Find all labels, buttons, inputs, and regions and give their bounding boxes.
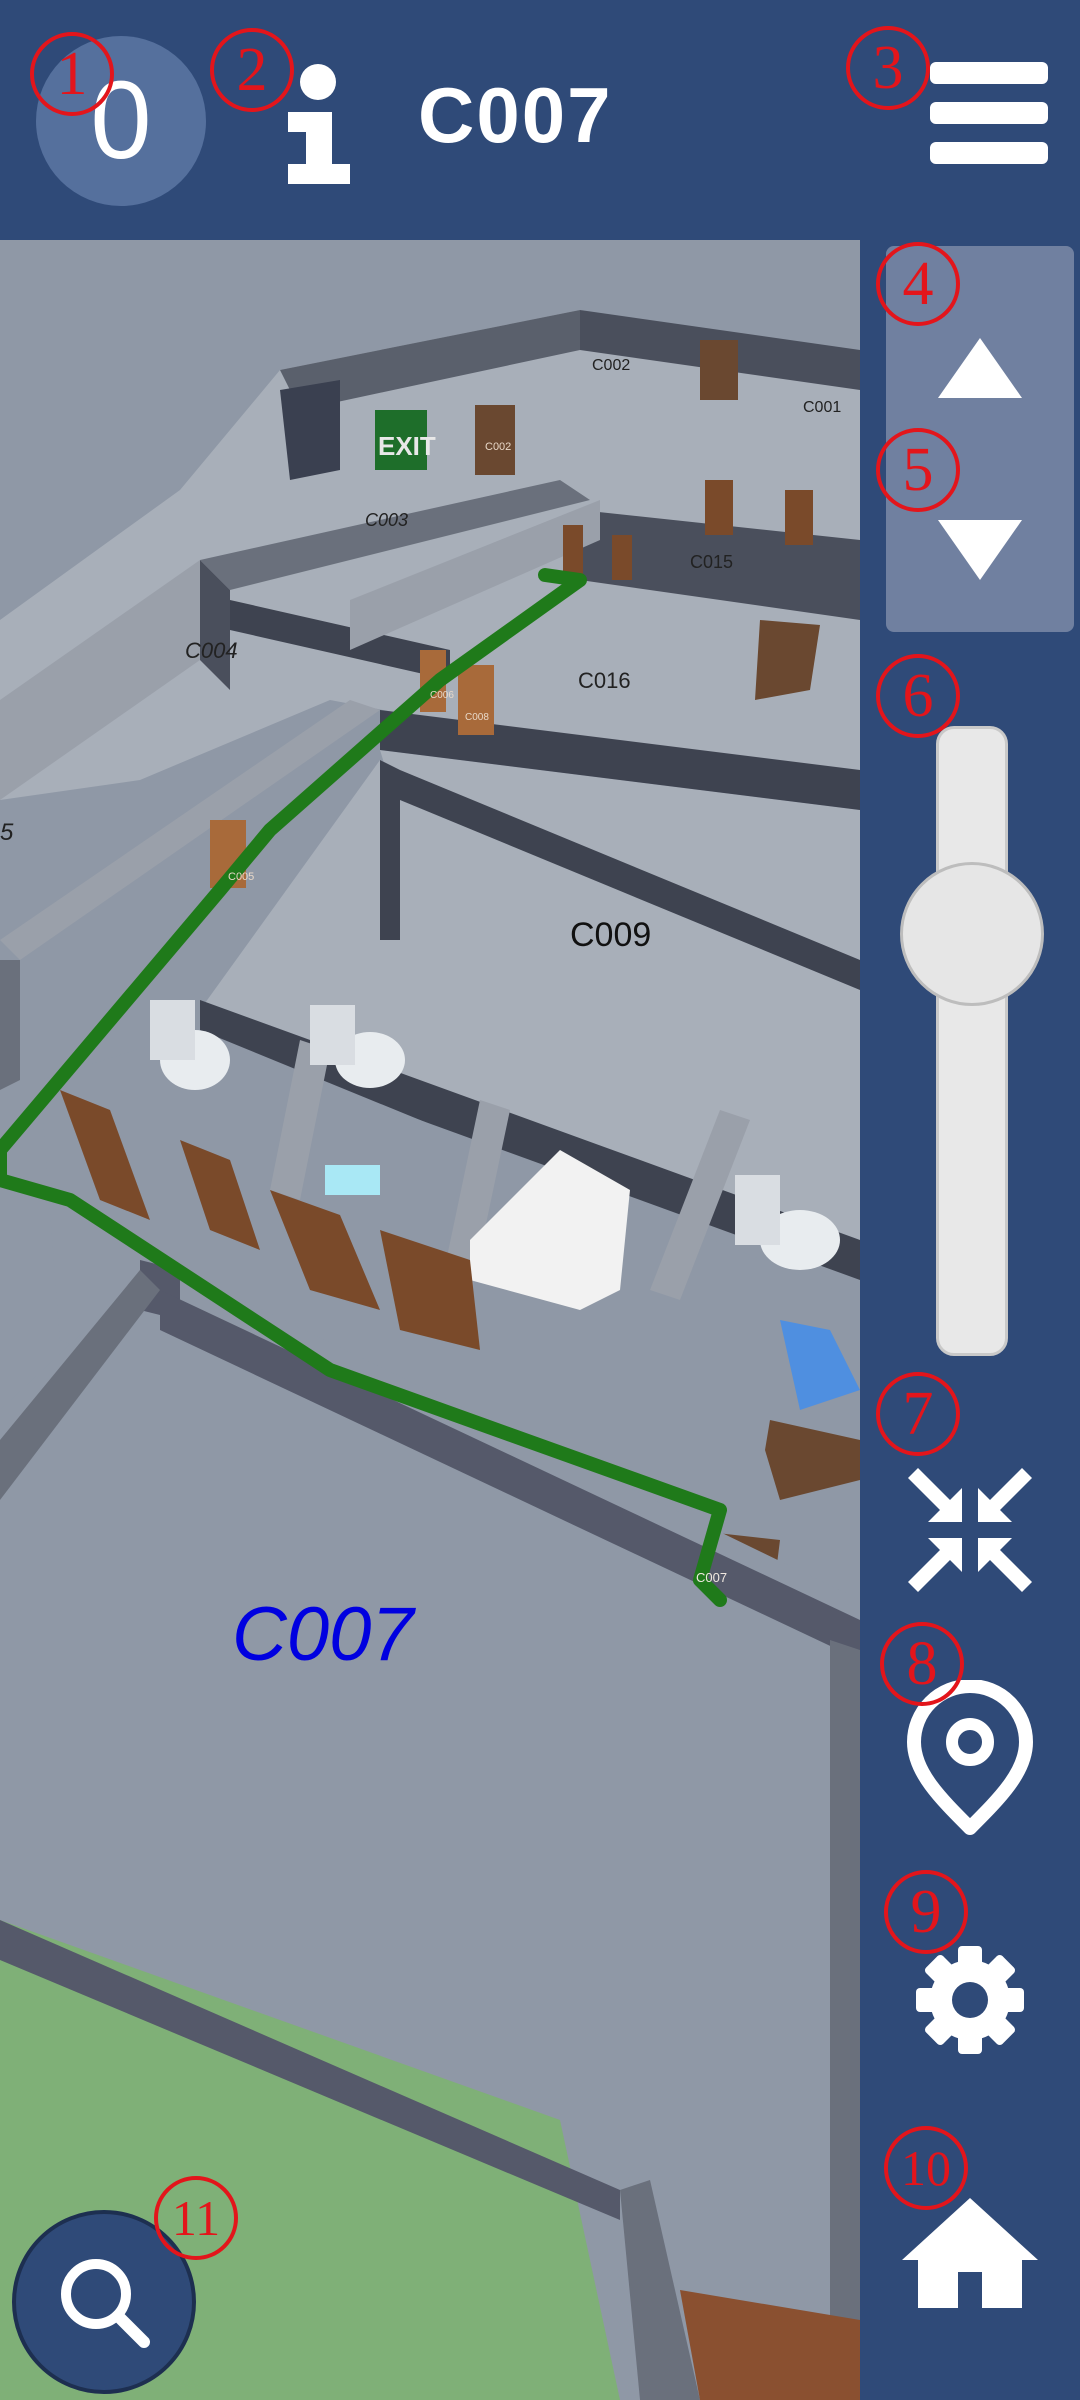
door-label-c007: C007: [696, 1570, 727, 1585]
triangle-down-icon: [938, 520, 1022, 580]
right-sidebar: [860, 240, 1080, 2400]
room-label-c001: C001: [803, 399, 841, 416]
floor-up-button[interactable]: [930, 326, 1030, 416]
annotation-marker-4: 4: [876, 242, 960, 326]
current-room-label: C007: [232, 1592, 416, 1677]
annotation-marker-7: 7: [876, 1372, 960, 1456]
door-label-c005: C005: [228, 871, 254, 883]
hamburger-icon: [930, 62, 1048, 84]
room-label-c015: C015: [690, 552, 733, 572]
exit-sign: EXIT: [378, 431, 436, 461]
floor-map-3d[interactable]: EXIT C002 C001 C003 C015 C004 C016 C009 …: [0, 240, 860, 2400]
room-label-c003: C003: [365, 510, 408, 530]
room-label-partial: 5: [0, 819, 14, 846]
annotation-marker-1: 1: [30, 32, 114, 116]
zoom-slider-track[interactable]: [936, 726, 1008, 1356]
floor-down-button[interactable]: [930, 508, 1030, 598]
menu-button[interactable]: [930, 62, 1048, 172]
door-label-c002: C002: [485, 441, 511, 453]
annotation-marker-8: 8: [880, 1622, 964, 1706]
top-bar: 0 C007: [0, 0, 1080, 240]
zoom-slider-handle[interactable]: [900, 861, 1044, 1006]
collapse-arrows-icon: [908, 1468, 1032, 1592]
collapse-button[interactable]: [900, 1460, 1040, 1600]
annotation-marker-3: 3: [846, 26, 930, 110]
annotation-marker-5: 5: [876, 428, 960, 512]
door-label-c006: C006: [430, 690, 454, 701]
page-title: C007: [418, 71, 613, 159]
room-label-c002: C002: [592, 357, 630, 374]
room-label-c004: C004: [185, 638, 238, 663]
room-label-c009: C009: [570, 916, 651, 954]
annotation-marker-10: 10: [884, 2126, 968, 2210]
annotation-marker-2: 2: [210, 28, 294, 112]
door-label-c008: C008: [465, 712, 489, 723]
annotation-marker-9: 9: [884, 1870, 968, 1954]
triangle-up-icon: [938, 338, 1022, 398]
annotation-marker-6: 6: [876, 654, 960, 738]
room-label-c016: C016: [578, 668, 631, 693]
annotation-marker-11: 11: [154, 2176, 238, 2260]
